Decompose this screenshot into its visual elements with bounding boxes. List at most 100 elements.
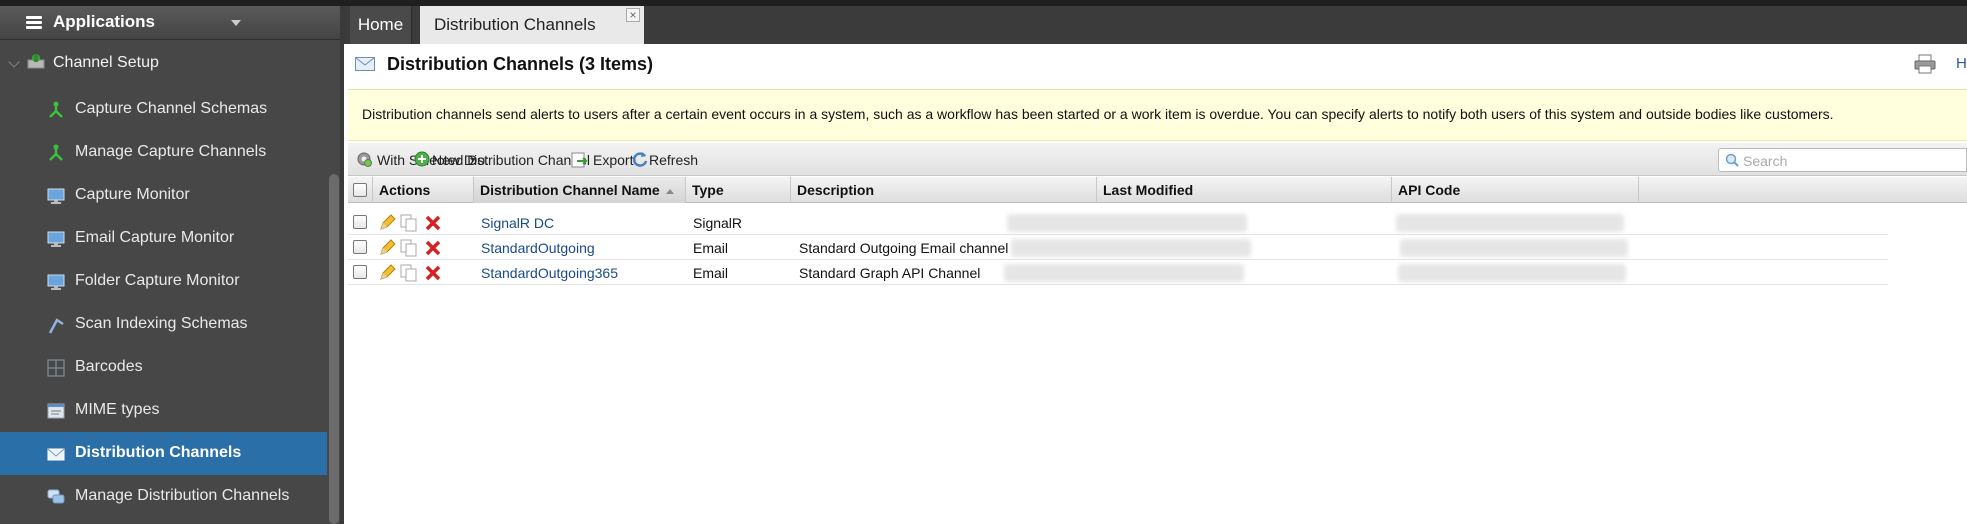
sidebar-item-distribution-channels[interactable]: Distribution Channels bbox=[0, 432, 327, 475]
select-all-checkbox[interactable] bbox=[353, 183, 367, 197]
edit-pencil-icon[interactable] bbox=[378, 214, 396, 232]
column-channel-name[interactable]: Distribution Channel Name bbox=[474, 177, 686, 203]
sidebar-item-folder-capture-monitor[interactable]: Folder Capture Monitor bbox=[0, 260, 327, 303]
sidebar-item-label: Email Capture Monitor bbox=[75, 229, 235, 246]
gear-icon bbox=[357, 152, 372, 167]
delete-icon[interactable] bbox=[424, 214, 442, 232]
search-icon bbox=[1725, 153, 1739, 167]
sidebar-item-scan-indexing-schemas[interactable]: Scan Indexing Schemas bbox=[0, 303, 327, 346]
applications-menu[interactable]: Applications bbox=[0, 6, 340, 40]
channel-description: Standard Outgoing Email channel bbox=[799, 240, 1009, 256]
column-last-modified[interactable]: Last Modified bbox=[1097, 177, 1392, 203]
refresh-button[interactable]: Refresh bbox=[631, 150, 701, 170]
table-row[interactable]: StandardOutgoing Email Standard Outgoing… bbox=[348, 235, 1888, 260]
sidebar: Applications Channel Setup Capture Chann… bbox=[0, 6, 344, 524]
sidebar-item-mime-types[interactable]: MIME types bbox=[0, 389, 327, 432]
envelope-icon bbox=[355, 57, 375, 71]
export-label: Export bbox=[593, 152, 634, 168]
tab-home[interactable]: Home bbox=[350, 6, 412, 44]
column-label: Distribution Channel Name bbox=[480, 182, 660, 198]
sidebar-item-manage-distribution-channels[interactable]: Manage Distribution Channels bbox=[0, 475, 327, 518]
row-checkbox[interactable] bbox=[353, 215, 367, 229]
column-actions[interactable]: Actions bbox=[373, 177, 474, 203]
redacted-api-code bbox=[1400, 239, 1628, 257]
applications-title: Applications bbox=[53, 12, 156, 31]
sidebar-item-capture-monitor[interactable]: Capture Monitor bbox=[0, 174, 327, 217]
channel-type: Email bbox=[693, 265, 729, 281]
sidebar-item-label: Capture Monitor bbox=[75, 186, 190, 203]
refresh-icon bbox=[632, 152, 648, 167]
sidebar-item-email-capture-monitor[interactable]: Email Capture Monitor bbox=[0, 217, 327, 260]
info-text: Distribution channels send alerts to use… bbox=[362, 106, 1834, 122]
edit-pencil-icon[interactable] bbox=[378, 264, 396, 282]
mime-icon bbox=[47, 403, 65, 419]
tab-label: Distribution Channels bbox=[434, 15, 596, 34]
table-row[interactable]: SignalR DC SignalR bbox=[348, 210, 1888, 235]
tree-root-channel-setup[interactable]: Channel Setup bbox=[0, 46, 330, 80]
redacted-last-modified bbox=[1007, 214, 1247, 232]
sidebar-item-label: Manage Capture Channels bbox=[75, 143, 267, 160]
schema-icon bbox=[49, 101, 63, 118]
grid-header: Actions Distribution Channel Name Type D… bbox=[348, 177, 1967, 203]
monitor-icon bbox=[47, 231, 65, 247]
channel-type: Email bbox=[693, 240, 729, 256]
column-api-code[interactable]: API Code bbox=[1392, 177, 1639, 203]
redacted-api-code bbox=[1398, 264, 1626, 282]
close-icon[interactable]: × bbox=[626, 8, 640, 22]
tab-distribution-channels[interactable]: Distribution Channels × bbox=[420, 6, 644, 44]
refresh-label: Refresh bbox=[649, 152, 699, 168]
channel-description: Standard Graph API Channel bbox=[799, 265, 981, 281]
select-all-column bbox=[348, 177, 373, 203]
channel-name-link[interactable]: SignalR DC bbox=[481, 215, 554, 231]
edit-pencil-icon[interactable] bbox=[378, 239, 396, 257]
export-button[interactable]: Export bbox=[571, 150, 634, 170]
monitor-icon bbox=[47, 188, 65, 204]
row-checkbox[interactable] bbox=[353, 265, 367, 279]
sidebar-scrollbar[interactable] bbox=[329, 174, 339, 524]
sidebar-item-label: MIME types bbox=[75, 401, 160, 418]
column-type[interactable]: Type bbox=[686, 177, 791, 203]
sidebar-item-capture-channel-schemas[interactable]: Capture Channel Schemas bbox=[0, 88, 327, 131]
basket-icon bbox=[27, 54, 45, 69]
copy-icon[interactable] bbox=[400, 264, 418, 282]
sidebar-item-manage-capture-channels[interactable]: Manage Capture Channels bbox=[0, 131, 327, 174]
sidebar-item-barcodes[interactable]: Barcodes bbox=[0, 346, 327, 389]
search-placeholder: Search bbox=[1743, 153, 1788, 169]
envelope-icon bbox=[47, 448, 65, 461]
page-header: Distribution Channels (3 Items) H bbox=[348, 44, 1967, 84]
copy-icon[interactable] bbox=[400, 239, 418, 257]
main-content: Distribution Channels (3 Items) H Distri… bbox=[348, 44, 1967, 524]
sidebar-item-label: Distribution Channels bbox=[75, 444, 242, 461]
sidebar-divider[interactable] bbox=[340, 6, 344, 524]
channel-name-link[interactable]: StandardOutgoing365 bbox=[481, 265, 618, 281]
chat-icon bbox=[47, 489, 65, 504]
search-box[interactable]: Search bbox=[1718, 148, 1967, 172]
redacted-last-modified bbox=[1011, 239, 1251, 257]
info-banner: Distribution channels send alerts to use… bbox=[348, 89, 1967, 141]
column-description[interactable]: Description bbox=[791, 177, 1097, 203]
page-title: Distribution Channels (3 Items) bbox=[387, 54, 654, 74]
add-icon bbox=[414, 151, 430, 167]
redacted-last-modified bbox=[1004, 264, 1244, 282]
redacted-api-code bbox=[1396, 214, 1624, 232]
new-distribution-channel-button[interactable]: New Distribution Channel bbox=[414, 150, 590, 170]
new-channel-label: New Distribution Channel bbox=[432, 152, 590, 168]
sidebar-item-label: Scan Indexing Schemas bbox=[75, 315, 248, 332]
sort-asc-icon bbox=[665, 188, 674, 194]
channel-name-link[interactable]: StandardOutgoing bbox=[481, 240, 595, 256]
help-link[interactable]: H bbox=[1956, 55, 1967, 72]
sidebar-item-label: Folder Capture Monitor bbox=[75, 272, 240, 289]
scan-icon bbox=[48, 318, 64, 334]
copy-icon[interactable] bbox=[400, 214, 418, 232]
printer-icon[interactable] bbox=[1914, 54, 1936, 74]
delete-icon[interactable] bbox=[424, 264, 442, 282]
row-checkbox[interactable] bbox=[353, 240, 367, 254]
table-row[interactable]: StandardOutgoing365 Email Standard Graph… bbox=[348, 260, 1888, 285]
hamburger-icon bbox=[26, 16, 42, 30]
sidebar-item-label: Capture Channel Schemas bbox=[75, 100, 268, 117]
barcode-icon bbox=[47, 359, 65, 377]
delete-icon[interactable] bbox=[424, 239, 442, 257]
chevron-down-icon bbox=[231, 20, 241, 26]
grid-toolbar: With Selected Do: New Distribution Chann… bbox=[348, 143, 1967, 176]
sidebar-item-label: Manage Distribution Channels bbox=[75, 487, 290, 504]
